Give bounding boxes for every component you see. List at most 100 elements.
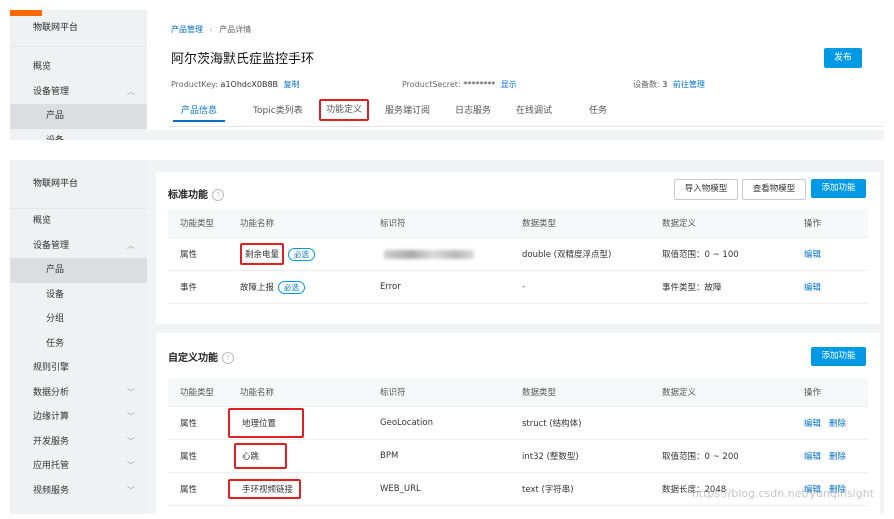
data-type: int32 (整数型) [522,452,579,462]
sidebar-item-product[interactable]: 产品 [10,104,147,129]
function-type: 属性 [180,452,198,462]
edit-link[interactable]: 编辑 [804,281,821,293]
tab-bar: 产品信息 Topic类列表 功能定义 服务端订阅 日志服务 在线调试 任务 [169,99,884,127]
help-icon[interactable]: ? [212,189,224,201]
tab-log-service[interactable]: 日志服务 [455,102,491,120]
view-model-button[interactable]: 查看物模型 [742,179,806,200]
function-name: 故障上报 [240,283,275,293]
sidebar-item-device-management[interactable]: 设备管理 ︿ [10,80,147,105]
brand-title: 物联网平台 [10,160,147,209]
help-icon[interactable]: ? [222,352,234,364]
product-secret-value: ******** [463,80,496,89]
edit-link[interactable]: 编辑 [804,417,821,429]
actions: 编辑 删除 [804,407,854,439]
add-custom-function-button[interactable]: 添加功能 [811,347,866,366]
sidebar-item-overview[interactable]: 概览 [10,55,147,80]
data-type: struct (结构体) [522,419,582,429]
column-header: 功能类型 [180,388,215,398]
column-header: 操作 [804,388,822,398]
product-key-value: a1OhdcX0B8B [220,80,279,89]
function-type: 属性 [180,485,198,495]
sidebar-item-video-service[interactable]: 视频服务 ﹀ [10,479,147,504]
sidebar-item-device-management[interactable]: 设备管理 ︿ [10,234,147,259]
delete-link[interactable]: 删除 [829,417,846,429]
identifier: Error [380,282,401,292]
identifier: BPM [380,451,399,461]
column-header: 数据定义 [662,219,697,229]
identifier: GeoLocation [380,418,433,428]
function-type: 事件 [180,283,198,293]
tab-server-subscription[interactable]: 服务端订阅 [385,102,430,120]
chevron-up-icon: ︿ [127,240,135,250]
product-detail-panel: 物联网平台 概览 设备管理︿ 产品 设备 产品管理 › 产品详情 阿尔茨海默氏症… [10,10,884,140]
chevron-down-icon: ﹀ [127,461,135,470]
sidebar-item-label: 数据分析 [33,387,70,398]
breadcrumb-separator: › [209,25,213,34]
breadcrumb: 产品管理 › 产品详情 [171,24,251,35]
product-secret-info: ProductSecret: ******** 显示 [402,79,517,90]
table-row: 事件 故障上报 必选 Error - 事件类型：故障 编辑 [168,271,868,304]
sidebar-item-product[interactable]: 产品 [10,258,147,283]
sidebar-item-dev-service[interactable]: 开发服务 ﹀ [10,430,147,455]
standard-functions-card: 标准功能? 导入物模型 查看物模型 添加功能 功能类型 功能名称 标识符 数据类… [156,172,880,324]
actions: 编辑 [804,238,829,270]
go-manage-link[interactable]: 前往管理 [673,80,705,89]
sidebar: 物联网平台 概览 设备管理︿ 产品 设备 [10,10,147,140]
breadcrumb-product-management[interactable]: 产品管理 [171,25,203,34]
sidebar-item-label: 设备管理 [33,240,70,251]
function-name-cell: 地理位置 [228,407,305,439]
sidebar-item-label: 应用托管 [33,461,70,471]
tab-tasks[interactable]: 任务 [589,102,607,120]
publish-button[interactable]: 发布 [824,48,862,68]
section-title: 自定义功能 [168,353,218,364]
tab-product-info[interactable]: 产品信息 [173,102,226,122]
column-header: 操作 [804,219,822,229]
custom-functions-title: 自定义功能? [168,349,234,364]
column-header: 标识符 [380,219,406,229]
sidebar-item-device[interactable]: 设备 [10,129,147,141]
sidebar-item-app-hosting[interactable]: 应用托管 ﹀ [10,454,147,479]
import-model-button[interactable]: 导入物模型 [674,179,738,200]
main-content: 产品管理 › 产品详情 阿尔茨海默氏症监控手环 发布 ProductKey: a… [147,10,884,140]
identifier-redacted [380,238,474,270]
edit-link[interactable]: 编辑 [804,450,821,462]
show-secret-link[interactable]: 显示 [501,80,517,89]
column-header: 功能名称 [240,388,275,398]
sidebar-item-overview[interactable]: 概览 [10,209,147,234]
identifier: WEB_URL [380,484,421,494]
sidebar-item-task[interactable]: 任务 [10,332,147,357]
function-name-cell: 手环视频链接 [228,473,302,505]
sidebar-item-label: 视频服务 [33,485,70,496]
chevron-up-icon: ︿ [127,86,135,96]
function-name: 剩余电量 [240,243,285,265]
sidebar-item-data-analysis[interactable]: 数据分析 ﹀ [10,381,147,406]
edit-link[interactable]: 编辑 [804,248,821,260]
function-name: 地理位置 [228,408,305,438]
function-name-cell: 剩余电量 必选 [240,238,316,270]
column-header: 数据类型 [522,388,557,398]
required-badge: 必选 [278,280,306,294]
function-name: 手环视频链接 [228,479,302,499]
tab-online-debug[interactable]: 在线调试 [516,102,552,120]
add-function-button[interactable]: 添加功能 [811,179,866,198]
tab-function-definition[interactable]: 功能定义 [319,99,370,121]
copy-link[interactable]: 复制 [284,80,300,89]
product-secret-label: ProductSecret: [402,80,461,89]
function-name: 心跳 [234,443,288,469]
sidebar: 物联网平台 概览 设备管理 ︿ 产品 设备 分组 任务 规则引擎 数据分析 ﹀ 边缘… [10,160,147,514]
watermark: https://blog.csdn.net/yunqinsight [691,487,874,500]
breadcrumb-current: 产品详情 [219,25,252,34]
sidebar-item-rule-engine[interactable]: 规则引擎 [10,356,147,381]
column-header: 标识符 [380,388,406,398]
device-count-value: 3 [662,80,668,89]
device-count-label: 设备数: [633,80,660,89]
tab-topic-list[interactable]: Topic类列表 [253,102,303,120]
table-row: 属性 剩余电量 必选 double (双精度浮点型) 取值范围：0 ~ 100 … [168,238,868,271]
data-type: text (字符串) [522,485,574,495]
column-header: 数据定义 [662,388,697,398]
sidebar-item-group[interactable]: 分组 [10,307,147,332]
sidebar-item-edge-computing[interactable]: 边缘计算 ﹀ [10,405,147,430]
delete-link[interactable]: 删除 [829,450,846,462]
sidebar-item-device[interactable]: 设备 [10,283,147,308]
table-header: 功能类型 功能名称 标识符 数据类型 数据定义 操作 [168,209,868,238]
